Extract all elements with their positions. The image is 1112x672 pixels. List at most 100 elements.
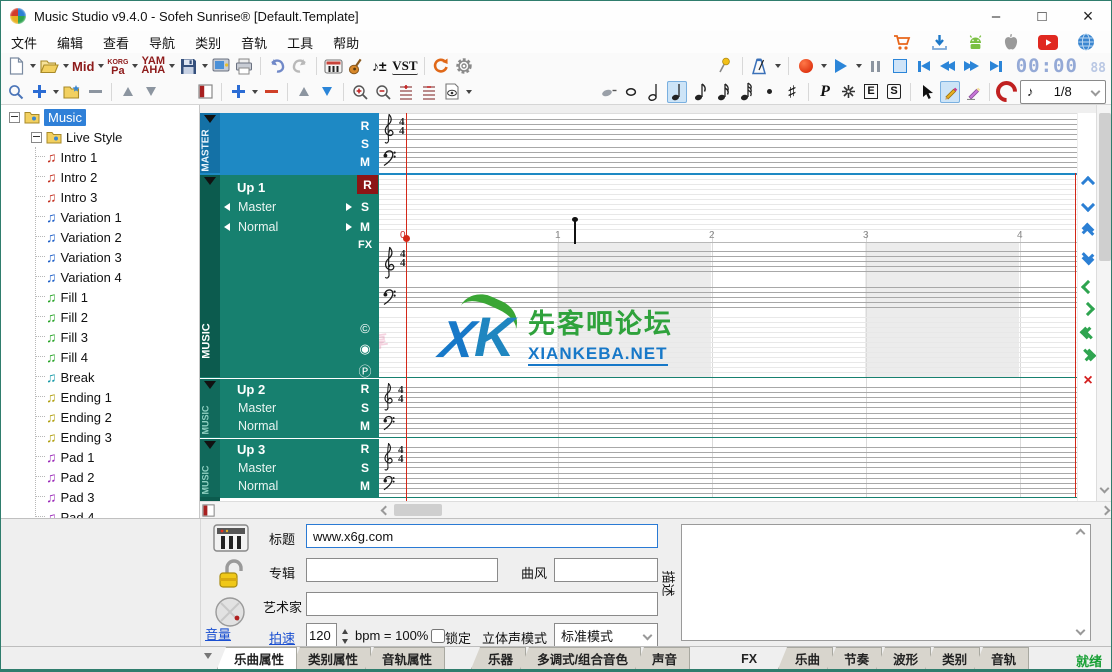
description-input[interactable] — [681, 524, 1091, 641]
remove-track-button[interactable] — [261, 81, 281, 103]
master-track-header[interactable]: MASTER R S M — [200, 113, 379, 173]
tab-song[interactable]: 乐曲 — [778, 647, 834, 669]
globe-icon[interactable] — [1077, 33, 1095, 51]
tab-track[interactable]: 音轨 — [974, 647, 1030, 669]
quarter-note-button[interactable] — [667, 80, 687, 103]
track-mute-button[interactable]: M — [355, 479, 375, 493]
save-dropdown[interactable] — [202, 64, 209, 68]
maximize-button[interactable]: □ — [1019, 1, 1065, 31]
next-icon[interactable] — [346, 223, 352, 231]
play-dropdown[interactable] — [855, 64, 862, 68]
record-button[interactable] — [796, 55, 816, 77]
new-file-button[interactable] — [6, 55, 26, 77]
half-note-button[interactable] — [644, 81, 664, 103]
track-solo-button[interactable]: S — [355, 401, 375, 415]
up2-track-header[interactable]: MUSIC Up 2 Master Normal R S M — [200, 379, 379, 437]
master-mute-button[interactable]: M — [355, 155, 375, 169]
scroll-left-icon[interactable] — [380, 505, 391, 516]
fast-forward-button[interactable] — [962, 55, 982, 77]
settings-gear-button[interactable] — [454, 55, 474, 77]
nav-down-button[interactable] — [1080, 197, 1096, 213]
song-end-marker[interactable] — [1075, 173, 1076, 497]
tree-item-fill-2[interactable]: ♫ Fill 2 — [36, 307, 199, 327]
tree-item-fill-1[interactable]: ♫ Fill 1 — [36, 287, 199, 307]
paste-category-button[interactable] — [62, 81, 82, 103]
track-bus-selector[interactable]: Master — [224, 401, 276, 415]
tree-item-pad-2[interactable]: ♫ Pad 2 — [36, 467, 199, 487]
tempo-input[interactable] — [306, 623, 337, 647]
next-bar-button[interactable] — [986, 55, 1006, 77]
tree-group-live-style[interactable]: Live Style — [1, 127, 199, 147]
track-mute-button[interactable]: M — [355, 220, 375, 234]
add-category-button[interactable] — [29, 81, 49, 103]
nav-double-up-button[interactable] — [1081, 222, 1095, 240]
collapse-icon[interactable] — [31, 131, 42, 143]
view-options-button[interactable] — [442, 81, 462, 103]
select-tool-button[interactable] — [917, 81, 937, 103]
tree-item-variation-4[interactable]: ♫ Variation 4 — [36, 267, 199, 287]
move-track-down-button[interactable] — [317, 81, 337, 103]
tree-item-pad-3[interactable]: ♫ Pad 3 — [36, 487, 199, 507]
nav-close-button[interactable]: × — [1082, 372, 1094, 389]
track-bus-selector[interactable]: Master — [224, 461, 276, 475]
title-input[interactable] — [306, 524, 658, 548]
horizontal-scrollbar[interactable] — [200, 501, 1111, 518]
nav-double-left-button[interactable] — [1079, 326, 1097, 340]
scroll-right-icon[interactable] — [1100, 505, 1111, 516]
stop-button[interactable] — [890, 55, 910, 77]
tree-item-intro-1[interactable]: ♫ Intro 1 — [36, 147, 199, 167]
collapse-track-icon[interactable] — [204, 177, 216, 185]
up2-bass-staff[interactable] — [379, 413, 1077, 434]
yamaha-dropdown[interactable] — [169, 64, 176, 68]
redo-button[interactable] — [290, 55, 310, 77]
tree-item-ending-3[interactable]: ♫ Ending 3 — [36, 427, 199, 447]
keyboard-instrument-button[interactable] — [323, 55, 343, 77]
save-button[interactable] — [178, 55, 198, 77]
track-mode-selector[interactable]: Normal — [224, 220, 356, 234]
tree-item-variation-3[interactable]: ♫ Variation 3 — [36, 247, 199, 267]
menu-navigate[interactable]: 导航 — [139, 33, 185, 52]
collapse-staff-button[interactable] — [419, 81, 439, 103]
tab-instrument[interactable]: 乐器 — [471, 647, 527, 669]
new-file-dropdown[interactable] — [30, 64, 36, 68]
zoom-out-button[interactable] — [373, 81, 393, 103]
snap-magnet-button[interactable] — [991, 76, 1022, 107]
track-name[interactable]: Up 2 — [237, 382, 265, 397]
track-record-button[interactable]: R — [355, 442, 375, 456]
menu-tools[interactable]: 工具 — [277, 33, 323, 52]
tree-item-pad-1[interactable]: ♫ Pad 1 — [36, 447, 199, 467]
up2-treble-staff[interactable] — [379, 387, 1077, 408]
master-solo-button[interactable]: S — [355, 137, 375, 151]
breve-note-button[interactable] — [598, 81, 618, 103]
open-file-dropdown[interactable] — [63, 64, 69, 68]
master-track-strip[interactable]: MASTER — [200, 113, 220, 173]
symbol-button[interactable]: S — [884, 81, 904, 103]
vertical-scrollbar[interactable] — [1096, 105, 1111, 501]
master-treble-staff[interactable] — [379, 119, 1077, 140]
tab-rhythm[interactable]: 节奏 — [827, 647, 883, 669]
transpose-note-button[interactable]: ♪± — [369, 55, 389, 77]
midi-dropdown[interactable] — [98, 64, 105, 68]
playhead-marker[interactable] — [403, 235, 410, 242]
android-icon[interactable] — [967, 34, 984, 51]
tree-item-intro-3[interactable]: ♫ Intro 3 — [36, 187, 199, 207]
nav-double-right-button[interactable] — [1079, 348, 1097, 362]
tab-song-properties[interactable]: 乐曲属性 — [217, 647, 298, 669]
panel-corner-icon[interactable] — [202, 504, 215, 517]
tree-item-break[interactable]: ♫ Break — [36, 367, 199, 387]
tree-item-intro-2[interactable]: ♫ Intro 2 — [36, 167, 199, 187]
close-button[interactable]: × — [1065, 1, 1111, 31]
previous-bar-button[interactable] — [914, 55, 934, 77]
menu-edit[interactable]: 编辑 — [47, 33, 93, 52]
tree-item-variation-2[interactable]: ♫ Variation 2 — [36, 227, 199, 247]
tab-multimode-voice[interactable]: 多调式/组合音色 — [520, 647, 642, 669]
spin-up-icon[interactable] — [341, 628, 348, 634]
metronome-button[interactable] — [750, 55, 770, 77]
search-button[interactable] — [6, 81, 26, 103]
spin-down-icon[interactable] — [341, 638, 348, 644]
tab-sound[interactable]: 声音 — [635, 647, 691, 669]
dotted-note-button[interactable] — [759, 81, 779, 103]
thirtysecond-note-button[interactable] — [736, 81, 756, 103]
scroll-down-icon[interactable] — [1099, 483, 1110, 494]
eighth-note-button[interactable] — [690, 81, 710, 103]
